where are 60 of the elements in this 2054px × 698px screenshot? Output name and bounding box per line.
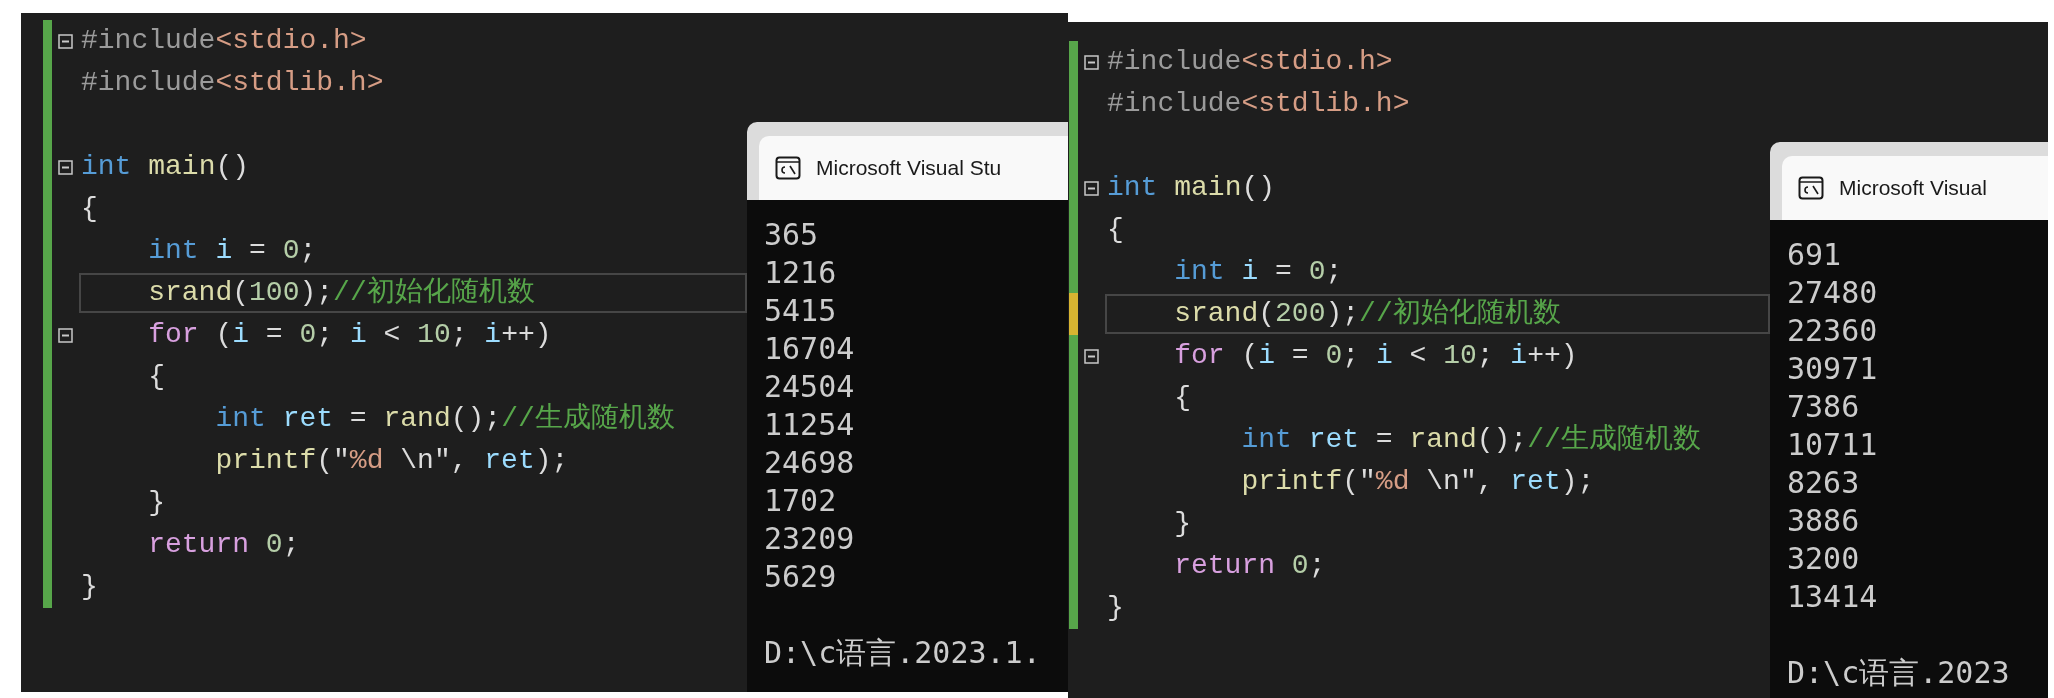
code-line: int ret = rand();//生成随机数 (1240, 423, 1701, 457)
console-output: 8263 (1787, 464, 1861, 502)
collapse-icon[interactable] (58, 327, 73, 343)
collapse-icon[interactable] (1084, 348, 1099, 364)
code-line: srand(100);//初始化随机数 (147, 275, 535, 310)
console-tab[interactable]: Microsoft Visual (1782, 156, 2048, 220)
console-output: 365 (764, 216, 820, 254)
console-output: 24698 (764, 444, 856, 482)
code-line: { (1173, 381, 1191, 415)
collapse-icon[interactable] (1084, 180, 1099, 196)
console-output: 5415 (764, 292, 838, 330)
console-path: D:\c语言.2023.1. (764, 634, 1042, 672)
code-line: #include<stdio.h> (81, 24, 367, 58)
code-line: printf("%d \n", ret); (214, 444, 569, 478)
console-output: 1216 (764, 254, 838, 292)
console-output: 30971 (1787, 350, 1879, 388)
console-tab[interactable]: Microsoft Visual Stu (759, 136, 1068, 200)
code-line: int i = 0; (1173, 255, 1343, 289)
code-line: } (1173, 507, 1191, 541)
window-title: Microsoft Visual Stu (816, 155, 1002, 182)
code-line: int i = 0; (147, 234, 317, 268)
code-line: { (147, 360, 165, 394)
console-output: 1702 (764, 482, 838, 520)
console-output: 5629 (764, 558, 838, 596)
window-title: Microsoft Visual (1839, 175, 1987, 202)
console-output: 10711 (1787, 426, 1879, 464)
code-line: for (i = 0; i < 10; i++) (147, 318, 552, 352)
collapse-icon[interactable] (58, 33, 73, 49)
collapse-icon[interactable] (1084, 54, 1099, 70)
console-output: 13414 (1787, 578, 1879, 616)
console-output: 11254 (764, 406, 856, 444)
code-line: return 0; (1173, 549, 1326, 583)
code-line: } (147, 486, 165, 520)
code-line: srand(200);//初始化随机数 (1173, 296, 1561, 331)
console-output: 22360 (1787, 312, 1879, 350)
code-line: return 0; (147, 528, 300, 562)
console-path: D:\c语言.2023 (1787, 654, 2011, 692)
code-line: int main() (81, 150, 250, 184)
code-line: int main() (1107, 171, 1276, 205)
collapse-icon[interactable] (58, 159, 73, 175)
console-output: 691 (1787, 236, 1843, 274)
code-line: for (i = 0; i < 10; i++) (1173, 339, 1578, 373)
code-line: } (1107, 591, 1124, 625)
code-line: { (1107, 213, 1124, 247)
console-output: 24504 (764, 368, 856, 406)
code-line: #include<stdio.h> (1107, 45, 1393, 79)
code-line: #include<stdlib.h> (1107, 87, 1410, 121)
console-output: 3886 (1787, 502, 1861, 540)
console-output: 3200 (1787, 540, 1861, 578)
console-output: 23209 (764, 520, 856, 558)
console-output: 27480 (1787, 274, 1879, 312)
terminal-icon (1798, 176, 1824, 200)
code-line: printf("%d \n", ret); (1240, 465, 1595, 499)
code-line: #include<stdlib.h> (81, 66, 384, 100)
code-line: int ret = rand();//生成随机数 (214, 402, 675, 436)
terminal-icon (775, 156, 801, 180)
console-output: 7386 (1787, 388, 1861, 426)
code-line: { (81, 192, 98, 226)
console-output: 16704 (764, 330, 856, 368)
code-line: } (81, 570, 98, 604)
